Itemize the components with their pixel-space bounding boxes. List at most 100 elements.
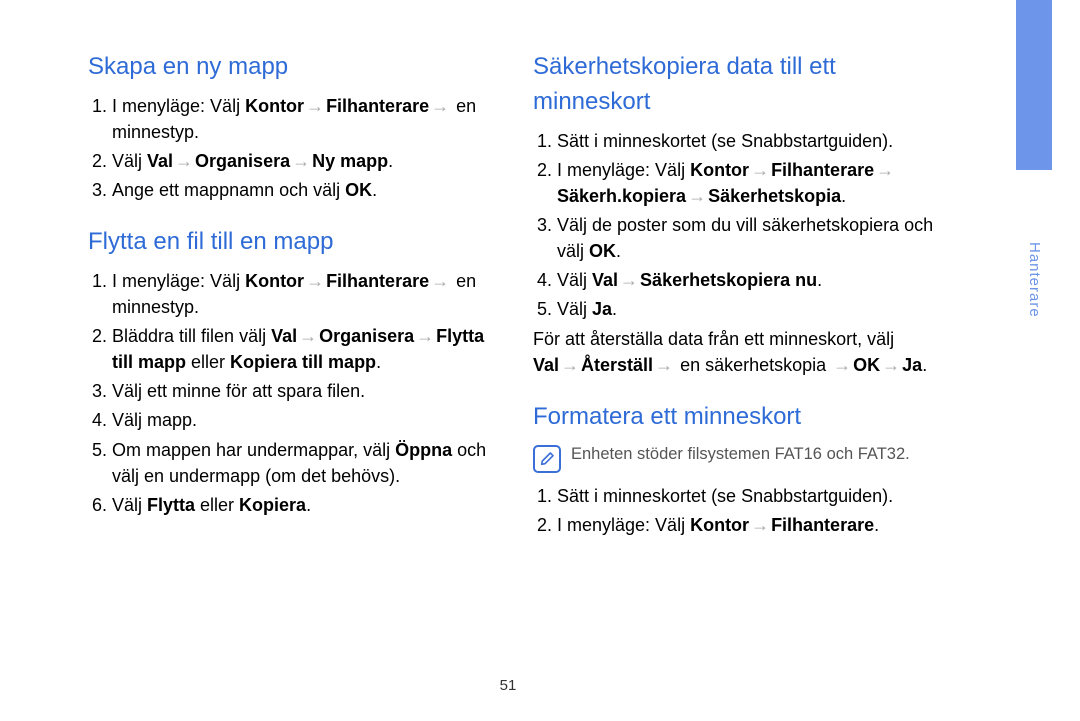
arrow-icon: →: [749, 512, 771, 538]
text: .: [376, 352, 381, 372]
bold: Ny mapp: [312, 151, 388, 171]
text: .: [616, 241, 621, 261]
list-format: Sätt i minneskortet (se Snabbstartguiden…: [533, 483, 936, 538]
bold: Säkerhetskopiera nu: [640, 270, 817, 290]
text: .: [922, 355, 927, 375]
arrow-icon: →: [559, 352, 581, 378]
text: Välj mapp.: [112, 410, 197, 430]
list-item: I menyläge: Välj Kontor→Filhanterare→ en…: [112, 93, 491, 145]
arrow-icon: →: [173, 148, 195, 174]
text: I menyläge: Välj: [112, 96, 245, 116]
list-item: Välj mapp.: [112, 407, 491, 433]
text: Sätt i minneskortet (se Snabbstartguiden…: [557, 131, 893, 151]
list-item: Sätt i minneskortet (se Snabbstartguiden…: [557, 483, 936, 509]
heading-format: Formatera ett minneskort: [533, 400, 936, 435]
bold: OK: [853, 355, 880, 375]
list-item: Välj Val→Säkerhetskopiera nu.: [557, 267, 936, 293]
text: Ange ett mappnamn och välj: [112, 180, 345, 200]
arrow-icon: →: [414, 323, 436, 349]
bold: Kopiera till mapp: [230, 352, 376, 372]
page-number: 51: [0, 675, 1016, 697]
text: eller: [195, 495, 239, 515]
bold: OK: [345, 180, 372, 200]
list-item: Välj Flytta eller Kopiera.: [112, 492, 491, 518]
text: Välj: [112, 495, 147, 515]
arrow-icon: →: [686, 183, 708, 209]
list-item: Om mappen har undermappar, välj Öppna oc…: [112, 437, 491, 489]
bold: Val: [271, 326, 297, 346]
list-item: Välj ett minne för att spara filen.: [112, 378, 491, 404]
heading-create-folder: Skapa en ny mapp: [88, 50, 491, 85]
bold: Säkerh.kopiera: [557, 186, 686, 206]
text: I menyläge: Välj: [112, 271, 245, 291]
bold: Kopiera: [239, 495, 306, 515]
list-backup: Sätt i minneskortet (se Snabbstartguiden…: [533, 128, 936, 323]
list-item: Ange ett mappnamn och välj OK.: [112, 177, 491, 203]
list-item: I menyläge: Välj Kontor→Filhanterare.: [557, 512, 936, 538]
bold: Filhanterare: [771, 160, 874, 180]
arrow-icon: →: [304, 268, 326, 294]
section-tab-marker: [1016, 0, 1052, 170]
arrow-icon: →: [290, 148, 312, 174]
list-item: Välj Ja.: [557, 296, 936, 322]
list-item: I menyläge: Välj Kontor→Filhanterare→ Sä…: [557, 157, 936, 209]
bold: Kontor: [245, 96, 304, 116]
section-tab-label: Hanterare: [1016, 180, 1052, 380]
text: För att återställa data från ett minnesk…: [533, 329, 894, 349]
list-item: Välj de poster som du vill säkerhetskopi…: [557, 212, 936, 264]
text: en säkerhetskopia: [675, 355, 831, 375]
list-item: Bläddra till filen välj Val→Organisera→F…: [112, 323, 491, 375]
arrow-icon: →: [831, 352, 853, 378]
note-box: Enheten stöder filsystemen FAT16 och FAT…: [533, 443, 936, 473]
text: Välj: [557, 299, 592, 319]
page-body: Skapa en ny mapp I menyläge: Välj Kontor…: [0, 0, 1016, 721]
list-move-file: I menyläge: Välj Kontor→Filhanterare→ en…: [88, 268, 491, 518]
left-column: Skapa en ny mapp I menyläge: Välj Kontor…: [88, 50, 491, 701]
text: .: [372, 180, 377, 200]
text: I menyläge: Välj: [557, 515, 690, 535]
text: Sätt i minneskortet (se Snabbstartguiden…: [557, 486, 893, 506]
text: .: [874, 515, 879, 535]
bold: Val: [533, 355, 559, 375]
arrow-icon: →: [880, 352, 902, 378]
right-column: Säkerhetskopiera data till ett minneskor…: [533, 50, 936, 701]
arrow-icon: →: [429, 93, 451, 119]
bold: Kontor: [690, 160, 749, 180]
bold: Säkerhetskopia: [708, 186, 841, 206]
text: .: [388, 151, 393, 171]
arrow-icon: →: [297, 323, 319, 349]
bold: Ja: [592, 299, 612, 319]
bold: Val: [592, 270, 618, 290]
bold: Filhanterare: [326, 96, 429, 116]
bold: Organisera: [319, 326, 414, 346]
arrow-icon: →: [304, 93, 326, 119]
thumb-tab-area: Hanterare: [1016, 0, 1080, 721]
note-text: Enheten stöder filsystemen FAT16 och FAT…: [571, 443, 910, 467]
text: I menyläge: Välj: [557, 160, 690, 180]
bold: Öppna: [395, 440, 452, 460]
restore-paragraph: För att återställa data från ett minnesk…: [533, 326, 936, 378]
bold: Filhanterare: [326, 271, 429, 291]
heading-backup: Säkerhetskopiera data till ett minneskor…: [533, 50, 936, 120]
list-create-folder: I menyläge: Välj Kontor→Filhanterare→ en…: [88, 93, 491, 203]
text: .: [817, 270, 822, 290]
text: Välj: [112, 151, 147, 171]
bold: Återställ: [581, 355, 653, 375]
section-format: Formatera ett minneskort Enheten stöder …: [533, 400, 936, 538]
list-item: I menyläge: Välj Kontor→Filhanterare→ en…: [112, 268, 491, 320]
bold: Flytta: [147, 495, 195, 515]
text: Om mappen har undermappar, välj: [112, 440, 395, 460]
bold: Kontor: [245, 271, 304, 291]
arrow-icon: →: [749, 157, 771, 183]
section-move-file: Flytta en fil till en mapp I menyläge: V…: [88, 225, 491, 518]
text: .: [306, 495, 311, 515]
text: .: [841, 186, 846, 206]
bold: Kontor: [690, 515, 749, 535]
text: .: [612, 299, 617, 319]
section-backup: Säkerhetskopiera data till ett minneskor…: [533, 50, 936, 378]
tab-text: Hanterare: [1023, 242, 1045, 318]
bold: Filhanterare: [771, 515, 874, 535]
bold: Organisera: [195, 151, 290, 171]
heading-move-file: Flytta en fil till en mapp: [88, 225, 491, 260]
note-icon: [533, 445, 561, 473]
